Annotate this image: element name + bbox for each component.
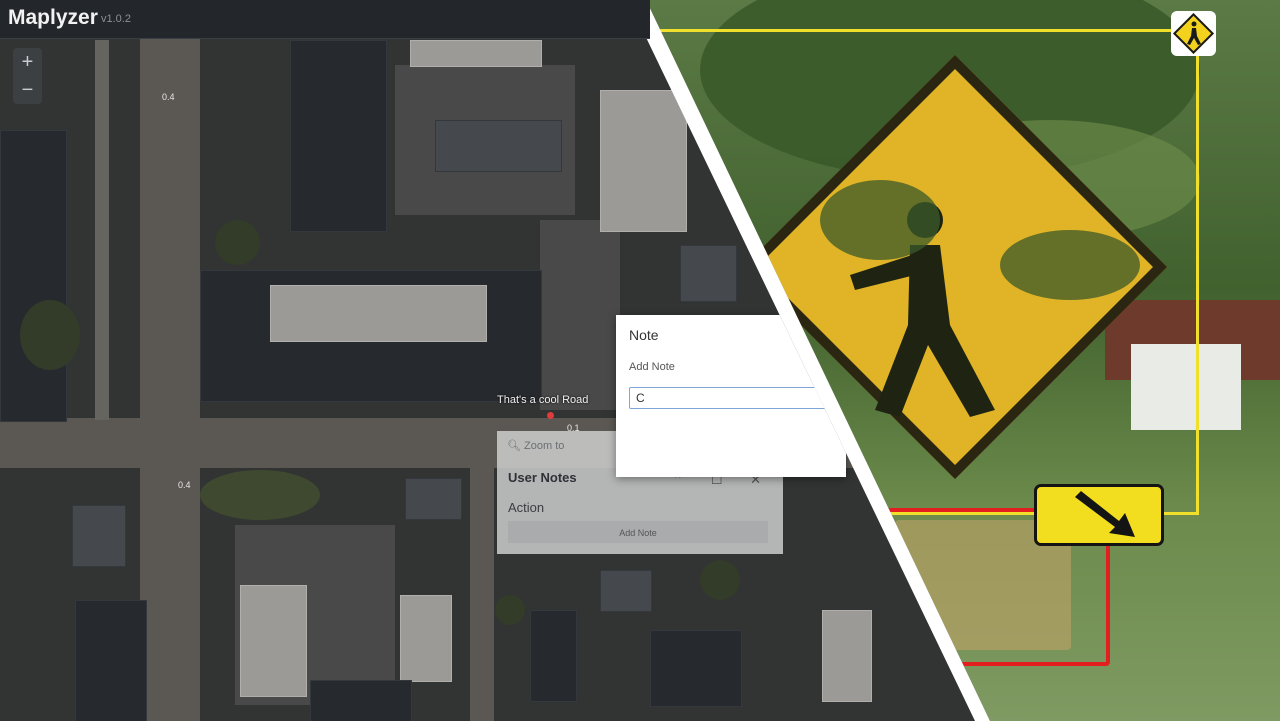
app-header: Maplyzer v1.0.2 — [0, 0, 650, 39]
zoom-in-button[interactable]: + — [13, 48, 42, 76]
road-label: That's a cool Road — [497, 394, 589, 406]
tree — [200, 470, 320, 520]
building — [410, 40, 542, 67]
building — [650, 630, 742, 707]
building — [822, 610, 872, 702]
road-vertical-main — [140, 0, 200, 721]
building — [270, 285, 487, 342]
building — [435, 120, 562, 172]
building — [530, 610, 577, 702]
add-note-button[interactable]: Add Note — [508, 521, 768, 543]
road-vertical-left — [95, 40, 109, 420]
tree — [215, 220, 260, 265]
detection-class-badge[interactable] — [1171, 11, 1216, 56]
zoom-to-link[interactable]: 🔍︎ Zoom to — [507, 439, 564, 452]
building — [400, 595, 452, 682]
scale-label: 0.4 — [162, 92, 175, 102]
building — [75, 600, 147, 721]
zoom-to-label: Zoom to — [524, 440, 565, 452]
scale-label: 0.4 — [178, 480, 191, 490]
note-input[interactable] — [629, 387, 829, 409]
search-icon: 🔍︎ — [507, 440, 521, 452]
building — [0, 130, 67, 422]
building — [310, 680, 412, 721]
app-version: v1.0.2 — [101, 13, 131, 25]
location-marker[interactable] — [547, 412, 554, 419]
action-label: Action — [508, 500, 545, 515]
user-notes-title: User Notes — [508, 470, 577, 485]
app-name: Maplyzer — [8, 6, 98, 29]
note-dialog-title: Note — [629, 327, 659, 343]
parking-lot — [540, 220, 620, 410]
road-vertical-secondary — [470, 440, 494, 721]
building — [72, 505, 126, 567]
pedestrian-icon — [1187, 21, 1201, 45]
zoom-control: + − — [13, 48, 42, 104]
zoom-out-button[interactable]: − — [13, 76, 42, 104]
building — [680, 245, 737, 302]
building — [600, 90, 687, 232]
note-dialog-subtitle: Add Note — [629, 361, 675, 373]
arrow-sign — [1034, 484, 1164, 546]
tree — [700, 560, 740, 600]
tree — [495, 595, 525, 625]
tree — [20, 300, 80, 370]
arrow-down-right-icon — [1075, 491, 1135, 537]
building — [600, 570, 652, 612]
building — [405, 478, 462, 520]
building — [290, 40, 387, 232]
building — [240, 585, 307, 697]
